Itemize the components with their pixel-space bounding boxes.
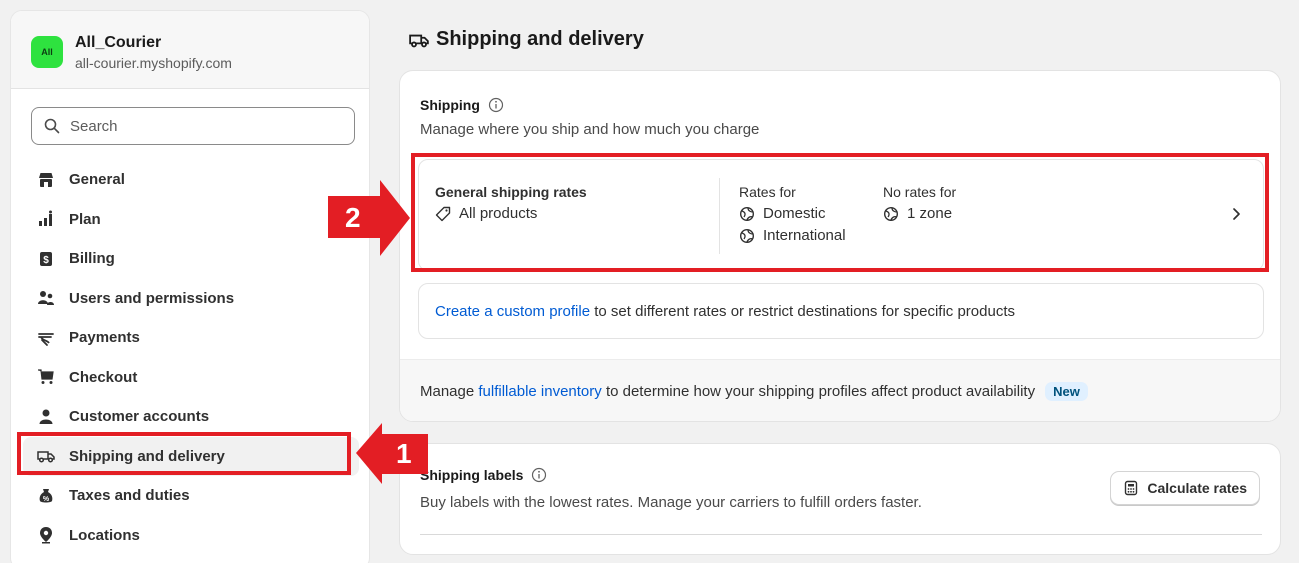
shipping-labels-card: Shipping labels Buy labels with the lowe… bbox=[399, 443, 1281, 555]
annotation-arrow-2: 2 bbox=[328, 174, 410, 262]
sidebar-item-label: Locations bbox=[69, 526, 140, 544]
general-rates-scope-text: All products bbox=[459, 205, 538, 222]
settings-sidebar: All All_Courier all-courier.myshopify.co… bbox=[10, 10, 370, 563]
annotation-arrow-1: 1 bbox=[356, 410, 428, 496]
sidebar-item-label: Taxes and duties bbox=[69, 487, 190, 505]
fulfillable-inventory-banner: Manage fulfillable inventory to determin… bbox=[400, 359, 1280, 421]
no-rates-zone: 1 zone bbox=[883, 204, 956, 224]
rates-for-domestic-text: Domestic bbox=[763, 205, 826, 222]
truck-icon bbox=[37, 447, 55, 465]
no-rates-title: No rates for bbox=[883, 184, 957, 200]
location-pin-icon bbox=[37, 526, 55, 544]
search-input[interactable]: Search bbox=[31, 107, 355, 145]
taxes-icon: % bbox=[37, 487, 55, 505]
fulfillable-inventory-link[interactable]: fulfillable inventory bbox=[478, 383, 601, 400]
payments-icon bbox=[37, 329, 55, 347]
shipping-card: Shipping Manage where you ship and how m… bbox=[399, 70, 1281, 422]
store-icon bbox=[37, 171, 55, 189]
rates-for-international-text: International bbox=[763, 227, 846, 244]
person-icon bbox=[37, 408, 55, 426]
page-title: Shipping and delivery bbox=[408, 28, 644, 51]
sidebar-item-label: Users and permissions bbox=[69, 289, 235, 307]
store-avatar: All bbox=[31, 36, 63, 68]
no-rates-zone-text: 1 zone bbox=[907, 205, 953, 222]
sidebar-item-label: Billing bbox=[69, 250, 115, 268]
labels-divider bbox=[420, 534, 1262, 535]
sidebar-item-taxes[interactable]: % Taxes and duties bbox=[23, 476, 359, 516]
sidebar-item-label: Shipping and delivery bbox=[69, 447, 225, 465]
store-domain: all-courier.myshopify.com bbox=[75, 55, 232, 71]
custom-profile-box: Create a custom profile to set different… bbox=[418, 283, 1264, 339]
globe-icon bbox=[739, 206, 755, 222]
inventory-suffix: to determine how your shipping profiles … bbox=[601, 383, 1036, 400]
rates-for-domestic: Domestic bbox=[739, 204, 846, 224]
rates-for-column: Rates for Domestic International bbox=[739, 182, 846, 246]
sidebar-item-plan[interactable]: Plan bbox=[23, 200, 359, 240]
svg-text:%: % bbox=[43, 496, 50, 503]
search-placeholder: Search bbox=[70, 117, 118, 135]
general-rates-column: General shipping rates All products bbox=[435, 182, 587, 224]
store-name: All_Courier bbox=[75, 34, 162, 51]
calculator-icon bbox=[1123, 480, 1139, 496]
sidebar-item-label: General bbox=[69, 171, 125, 189]
sidebar-item-label: Customer accounts bbox=[69, 408, 210, 426]
annotation-number-2: 2 bbox=[345, 202, 361, 233]
svg-text:$: $ bbox=[43, 255, 49, 266]
labels-section-title: Shipping labels bbox=[420, 467, 547, 483]
search-icon bbox=[44, 118, 60, 134]
create-custom-profile-link[interactable]: Create a custom profile bbox=[435, 303, 590, 320]
general-rates-scope: All products bbox=[435, 204, 587, 224]
users-icon bbox=[37, 289, 55, 307]
globe-icon bbox=[883, 206, 899, 222]
rates-for-international: International bbox=[739, 226, 846, 246]
calculate-rates-label: Calculate rates bbox=[1147, 480, 1247, 496]
cart-icon bbox=[37, 368, 55, 386]
sidebar-item-shipping[interactable]: Shipping and delivery bbox=[23, 436, 359, 476]
info-icon[interactable] bbox=[488, 97, 504, 113]
annotation-number-1: 1 bbox=[396, 438, 412, 469]
labels-description: Buy labels with the lowest rates. Manage… bbox=[420, 494, 922, 511]
store-header[interactable]: All All_Courier all-courier.myshopify.co… bbox=[11, 11, 369, 89]
settings-nav: General Plan $ Billing Users and permiss… bbox=[23, 160, 359, 555]
chevron-right-icon bbox=[1231, 207, 1241, 221]
info-icon[interactable] bbox=[531, 467, 547, 483]
tag-icon bbox=[435, 206, 451, 222]
general-rates-title: General shipping rates bbox=[435, 184, 587, 200]
billing-icon: $ bbox=[37, 250, 55, 268]
rates-divider bbox=[719, 178, 720, 254]
truck-icon bbox=[408, 30, 430, 50]
sidebar-item-customer-accounts[interactable]: Customer accounts bbox=[23, 397, 359, 437]
shipping-section-title: Shipping bbox=[420, 97, 504, 113]
page-title-text: Shipping and delivery bbox=[436, 28, 644, 50]
sidebar-item-users[interactable]: Users and permissions bbox=[23, 279, 359, 319]
rates-for-title: Rates for bbox=[739, 184, 796, 200]
sidebar-item-payments[interactable]: Payments bbox=[23, 318, 359, 358]
plan-chart-icon bbox=[37, 210, 55, 228]
sidebar-item-label: Plan bbox=[69, 210, 101, 228]
new-badge: New bbox=[1045, 382, 1088, 401]
shipping-title-text: Shipping bbox=[420, 97, 480, 113]
sidebar-item-billing[interactable]: $ Billing bbox=[23, 239, 359, 279]
no-rates-column: No rates for 1 zone bbox=[883, 182, 956, 224]
sidebar-item-locations[interactable]: Locations bbox=[23, 516, 359, 556]
shipping-description: Manage where you ship and how much you c… bbox=[420, 121, 760, 138]
sidebar-item-label: Payments bbox=[69, 329, 140, 347]
custom-profile-text: to set different rates or restrict desti… bbox=[590, 302, 1015, 320]
globe-icon bbox=[739, 228, 755, 244]
general-shipping-rates-row[interactable]: General shipping rates All products Rate… bbox=[418, 159, 1264, 271]
inventory-prefix: Manage bbox=[420, 383, 479, 400]
labels-title-text: Shipping labels bbox=[420, 467, 524, 483]
sidebar-item-label: Checkout bbox=[69, 368, 138, 386]
sidebar-item-checkout[interactable]: Checkout bbox=[23, 358, 359, 398]
calculate-rates-button[interactable]: Calculate rates bbox=[1110, 471, 1260, 505]
sidebar-item-general[interactable]: General bbox=[23, 160, 359, 200]
